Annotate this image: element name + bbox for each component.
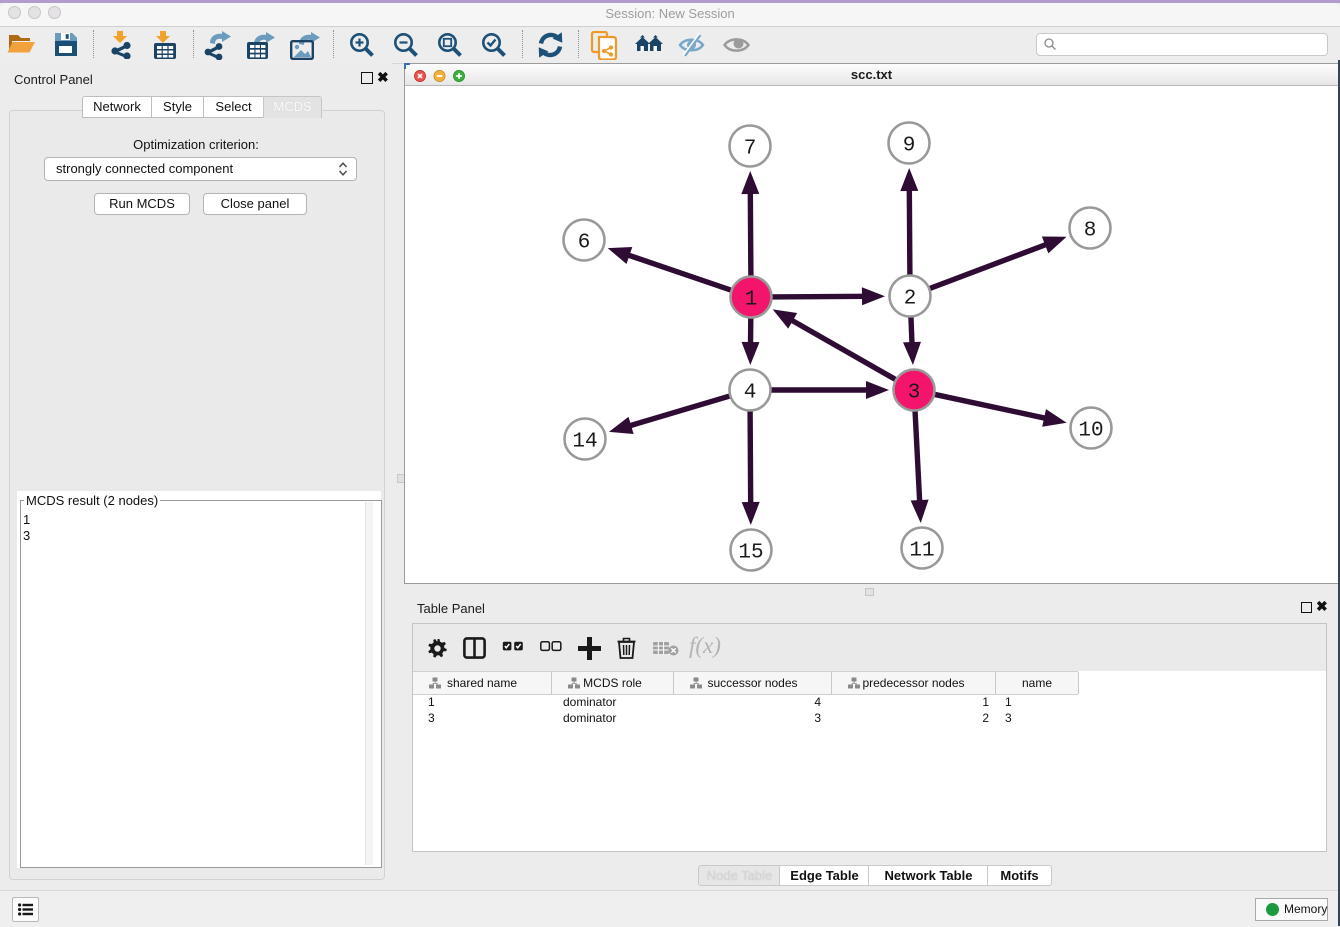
svg-text:14: 14 — [572, 431, 597, 454]
svg-text:15: 15 — [738, 542, 763, 565]
svg-text:1: 1 — [745, 289, 758, 312]
svg-text:9: 9 — [903, 135, 916, 158]
svg-text:8: 8 — [1084, 220, 1097, 243]
svg-text:3: 3 — [908, 382, 921, 405]
svg-text:7: 7 — [744, 138, 757, 161]
svg-text:10: 10 — [1078, 420, 1103, 443]
svg-text:6: 6 — [578, 232, 591, 255]
svg-text:4: 4 — [744, 382, 757, 405]
svg-text:11: 11 — [909, 540, 934, 563]
svg-text:2: 2 — [904, 288, 917, 311]
